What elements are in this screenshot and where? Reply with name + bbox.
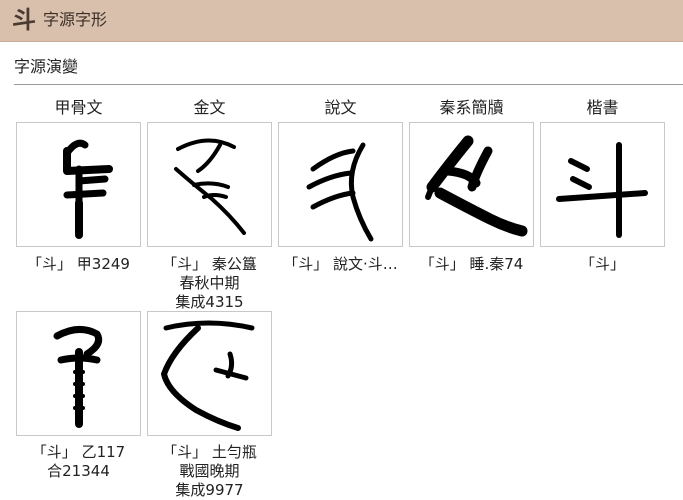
caption-line: 「斗」 乙117 — [31, 443, 126, 461]
caption-line: 「斗」 — [579, 255, 625, 273]
glyph-caption-5: 「斗」 — [540, 255, 665, 274]
column-heading-oracle: 甲骨文 — [54, 98, 103, 117]
oracle-bone-glyph-icon — [53, 326, 103, 428]
caption-line: 「斗」 土勻瓶 — [162, 443, 257, 461]
header-title: 字源字形 — [43, 10, 108, 29]
glyph-caption-1: 「斗」 甲3249 — [16, 255, 141, 274]
bamboo-slip-glyph-icon — [425, 135, 528, 237]
shuowen-glyph-icon — [306, 142, 374, 242]
header-character: 斗 — [12, 6, 36, 34]
caption-line: 春秋中期 — [179, 274, 240, 292]
glyph-caption-6: 「斗」 乙117 合21344 — [16, 443, 141, 481]
glyph-card-5[interactable] — [540, 122, 665, 247]
caption-line: 戰國晚期 — [179, 462, 240, 480]
column-heading-bronze: 金文 — [193, 98, 226, 117]
glyph-card-4[interactable] — [409, 122, 534, 247]
bronze-glyph-icon — [174, 138, 246, 235]
regular-script-glyph-icon — [556, 142, 648, 238]
caption-line: 「斗」 甲3249 — [27, 255, 130, 273]
glyph-caption-3: 「斗」 說文‧斗… — [278, 255, 403, 274]
caption-line: 「斗」 睡.秦74 — [419, 255, 524, 273]
glyph-caption-2: 「斗」 秦公簋 春秋中期 集成4315 — [147, 255, 272, 312]
section-header: 斗 字源字形 — [0, 0, 683, 42]
column-heading-shuowen: 說文 — [324, 98, 357, 117]
caption-line: 「斗」 說文‧斗… — [283, 255, 398, 273]
oracle-bone-glyph-icon — [63, 139, 113, 239]
column-heading-qin-slips: 秦系簡牘 — [439, 98, 504, 117]
bronze-glyph-icon — [161, 320, 255, 431]
section-title: 字源演變 — [14, 57, 79, 76]
glyph-card-3[interactable] — [278, 122, 403, 247]
glyph-card-7[interactable] — [147, 311, 272, 436]
column-heading-regular-script: 楷書 — [586, 98, 619, 117]
section-divider — [14, 84, 683, 85]
glyph-caption-4: 「斗」 睡.秦74 — [409, 255, 534, 274]
glyph-card-6[interactable] — [16, 311, 141, 436]
glyph-card-1[interactable] — [16, 122, 141, 247]
caption-line: 集成9977 — [175, 481, 244, 499]
glyph-caption-7: 「斗」 土勻瓶 戰國晚期 集成9977 — [147, 443, 272, 500]
caption-line: 集成4315 — [175, 293, 244, 311]
glyph-card-2[interactable] — [147, 122, 272, 247]
caption-line: 合21344 — [47, 462, 110, 480]
caption-line: 「斗」 秦公簋 — [162, 255, 257, 273]
